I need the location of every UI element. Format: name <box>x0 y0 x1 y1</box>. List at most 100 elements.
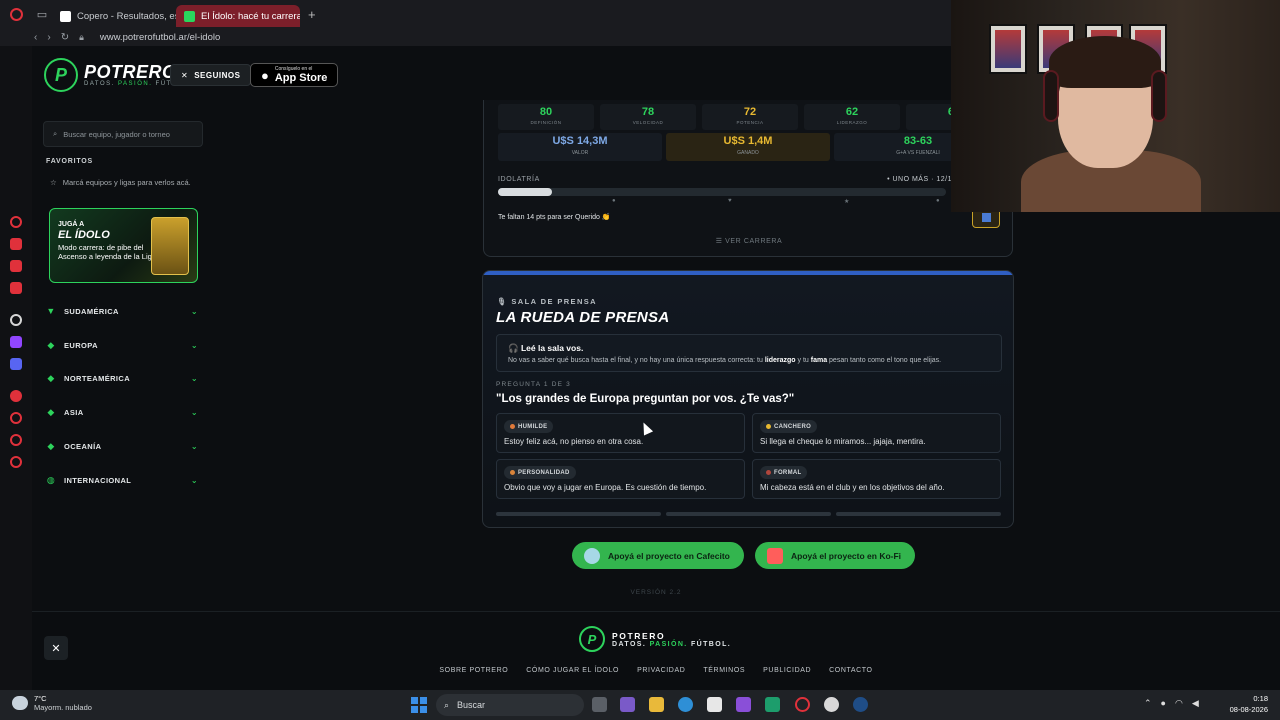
clock[interactable]: 0:18 08-08-2026 <box>1230 693 1268 715</box>
answer-option-formal[interactable]: FORMAL Mi cabeza está en el club y en lo… <box>752 459 1001 499</box>
europe-icon: ◆ <box>47 340 55 350</box>
settings-icon[interactable] <box>10 456 22 468</box>
map-pin-icon: ▼ <box>46 306 56 316</box>
info-title: 🎧 Leé la sala vos. <box>508 343 584 353</box>
tab-label: Copero - Resultados, estad <box>77 10 176 22</box>
url-field[interactable]: www.potrerofutbol.ar/el-idolo <box>100 32 220 43</box>
footer-link-terminos[interactable]: TÉRMINOS <box>703 667 745 674</box>
volume-icon[interactable]: ◀ <box>1192 698 1199 709</box>
footer-link-publicidad[interactable]: PUBLICIDAD <box>763 667 811 674</box>
kofi-cup-icon <box>767 547 783 564</box>
footer-link-sobre[interactable]: SOBRE POTRERO <box>439 667 508 674</box>
opera-menu-icon[interactable] <box>0 0 32 28</box>
el-idolo-promo-banner[interactable]: JUGÁ A EL ÍDOLO Modo carrera: de pibe de… <box>49 208 198 283</box>
streamer-hair <box>1049 36 1161 88</box>
follow-x-button[interactable]: ✕ SEGUINOS <box>170 64 252 86</box>
crown-icon: ● <box>936 198 940 204</box>
extensions-icon[interactable] <box>10 434 22 446</box>
app-icon[interactable] <box>620 697 635 712</box>
footer-links: SOBRE POTRERO CÓMO JUGAR EL ÍDOLO PRIVAC… <box>32 667 1280 674</box>
stat-potencia: 72 POTENCIA <box>702 104 798 130</box>
region-internacional[interactable]: ◍ INTERNACIONAL ⌄ <box>46 469 198 491</box>
cloud-icon <box>12 696 28 710</box>
steam-icon[interactable] <box>853 697 868 712</box>
cafecito-button[interactable]: Apoyá el proyecto en Cafecito <box>572 542 744 569</box>
money-ganado: U$S 1,4M GANADO <box>666 133 830 161</box>
forward-icon[interactable]: › <box>47 32 50 43</box>
search-icon: ⌕ <box>53 129 58 138</box>
browser-tab-copero[interactable]: Copero - Resultados, estad <box>52 5 176 27</box>
messenger-icon[interactable] <box>10 260 22 272</box>
region-sudamerica[interactable]: ▼ SUDAMÉRICA ⌄ <box>46 300 198 322</box>
pinboard-icon[interactable] <box>10 282 22 294</box>
stat-liderazgo: 62 LIDERAZGO <box>804 104 900 130</box>
microphone-icon[interactable]: ● <box>1161 698 1166 709</box>
footer-logo[interactable]: P POTRERO DATOS. PASIÓN. FÚTBOL. <box>579 626 731 652</box>
career-stats-card: 80 DEFINICIÓN 78 VELOCIDAD 72 POTENCIA 62 LI… <box>483 100 1013 257</box>
region-norteamerica[interactable]: ◆ NORTEAMÉRICA ⌄ <box>46 367 198 389</box>
potrero-favicon-icon <box>184 10 195 22</box>
new-tab-icon[interactable]: + <box>300 7 324 22</box>
ver-carrera-link[interactable]: ☰ VER CARRERA <box>484 237 1014 245</box>
x-social-button[interactable]: ✕ <box>44 636 68 660</box>
region-europa[interactable]: ◆ EUROPA ⌄ <box>46 334 198 356</box>
potrero-logo-icon: P <box>44 58 78 92</box>
chevron-down-icon: ⌄ <box>190 373 198 383</box>
taskbar-search[interactable]: ⌕ Buscar <box>436 694 584 716</box>
windows-start-icon[interactable] <box>411 697 427 713</box>
stat-velocidad: 78 VELOCIDAD <box>600 104 696 130</box>
footer: ✕ P POTRERO DATOS. PASIÓN. FÚTBOL. SOBRE… <box>32 611 1280 690</box>
answer-option-canchero[interactable]: CANCHERO Si llega el cheque lo miramos..… <box>752 413 1001 453</box>
region-oceania[interactable]: ◆ OCEANÍA ⌄ <box>46 435 198 457</box>
region-asia[interactable]: ◆ ASIA ⌄ <box>46 401 198 423</box>
discord-icon[interactable] <box>10 358 22 370</box>
chatgpt-icon[interactable] <box>10 314 22 326</box>
app-icon[interactable] <box>736 697 751 712</box>
star-milestone-icon: ★ <box>844 199 850 205</box>
appstore-button[interactable]: ● Consíguelo en el App Store <box>250 63 339 87</box>
reload-icon[interactable]: ↻ <box>61 32 69 43</box>
press-kicker: 🎙 SALA DE PRENSA <box>497 297 597 306</box>
app-icon[interactable] <box>824 697 839 712</box>
browser-tab-el-idolo[interactable]: El Ídolo: hacé tu carrera en × <box>176 5 300 27</box>
webcam-overlay <box>951 0 1280 212</box>
answer-option-personalidad[interactable]: PERSONALIDAD Obvio que voy a jugar en Eu… <box>496 459 745 499</box>
aria-icon[interactable] <box>10 238 22 250</box>
windows-taskbar: 7°C Mayorm. nublado ⌕ Buscar ⌃ ● ◠ ◀ 0:1… <box>0 690 1280 720</box>
weather-widget[interactable]: 7°C Mayorm. nublado <box>12 694 92 712</box>
footer-link-contacto[interactable]: CONTACTO <box>829 667 872 674</box>
music-icon[interactable] <box>10 390 22 402</box>
search-icon: ⌕ <box>444 699 450 710</box>
task-view-icon[interactable] <box>592 697 607 712</box>
footer-link-como-jugar[interactable]: CÓMO JUGAR EL ÍDOLO <box>526 667 619 674</box>
north-america-icon: ◆ <box>47 373 55 383</box>
tone-tag: PERSONALIDAD <box>504 466 576 479</box>
favorites-empty: ☆ Marcá equipos y ligas para verlos acá. <box>50 178 191 187</box>
opera-icon[interactable] <box>795 697 810 712</box>
twitch-icon[interactable] <box>10 336 22 348</box>
app-icon[interactable] <box>765 697 780 712</box>
store-icon[interactable] <box>707 697 722 712</box>
speed-dial-icon[interactable] <box>10 216 22 228</box>
chevron-down-icon: ⌄ <box>190 407 198 417</box>
search-input[interactable]: ⌕ Buscar equipo, jugador o torneo <box>43 121 203 147</box>
footer-link-privacidad[interactable]: PRIVACIDAD <box>637 667 685 674</box>
chevron-down-icon: ⌄ <box>190 306 198 316</box>
back-icon[interactable]: ‹ <box>34 32 37 43</box>
heart-icon: ♥ <box>728 198 732 204</box>
tone-tag: FORMAL <box>760 466 808 479</box>
question-text: "Los grandes de Europa preguntan por vos… <box>496 393 795 405</box>
chevron-down-icon: ⌄ <box>190 441 198 451</box>
question-progress-2 <box>666 512 831 516</box>
chevron-up-icon[interactable]: ⌃ <box>1144 698 1152 709</box>
answer-option-humilde[interactable]: HUMILDE Estoy feliz acá, no pienso en ot… <box>496 413 745 453</box>
cafecito-icon <box>584 547 600 564</box>
calendar-icon <box>981 212 991 222</box>
edge-icon[interactable] <box>678 697 693 712</box>
tab-menu-icon[interactable]: ▭ <box>32 0 52 28</box>
kofi-button[interactable]: Apoyá el proyecto en Ko-Fi <box>755 542 916 569</box>
idolatria-status: • UNO MÁS · 12/1 <box>887 176 952 183</box>
file-explorer-icon[interactable] <box>649 697 664 712</box>
history-icon[interactable] <box>10 412 22 424</box>
wifi-icon[interactable]: ◠ <box>1175 698 1183 709</box>
